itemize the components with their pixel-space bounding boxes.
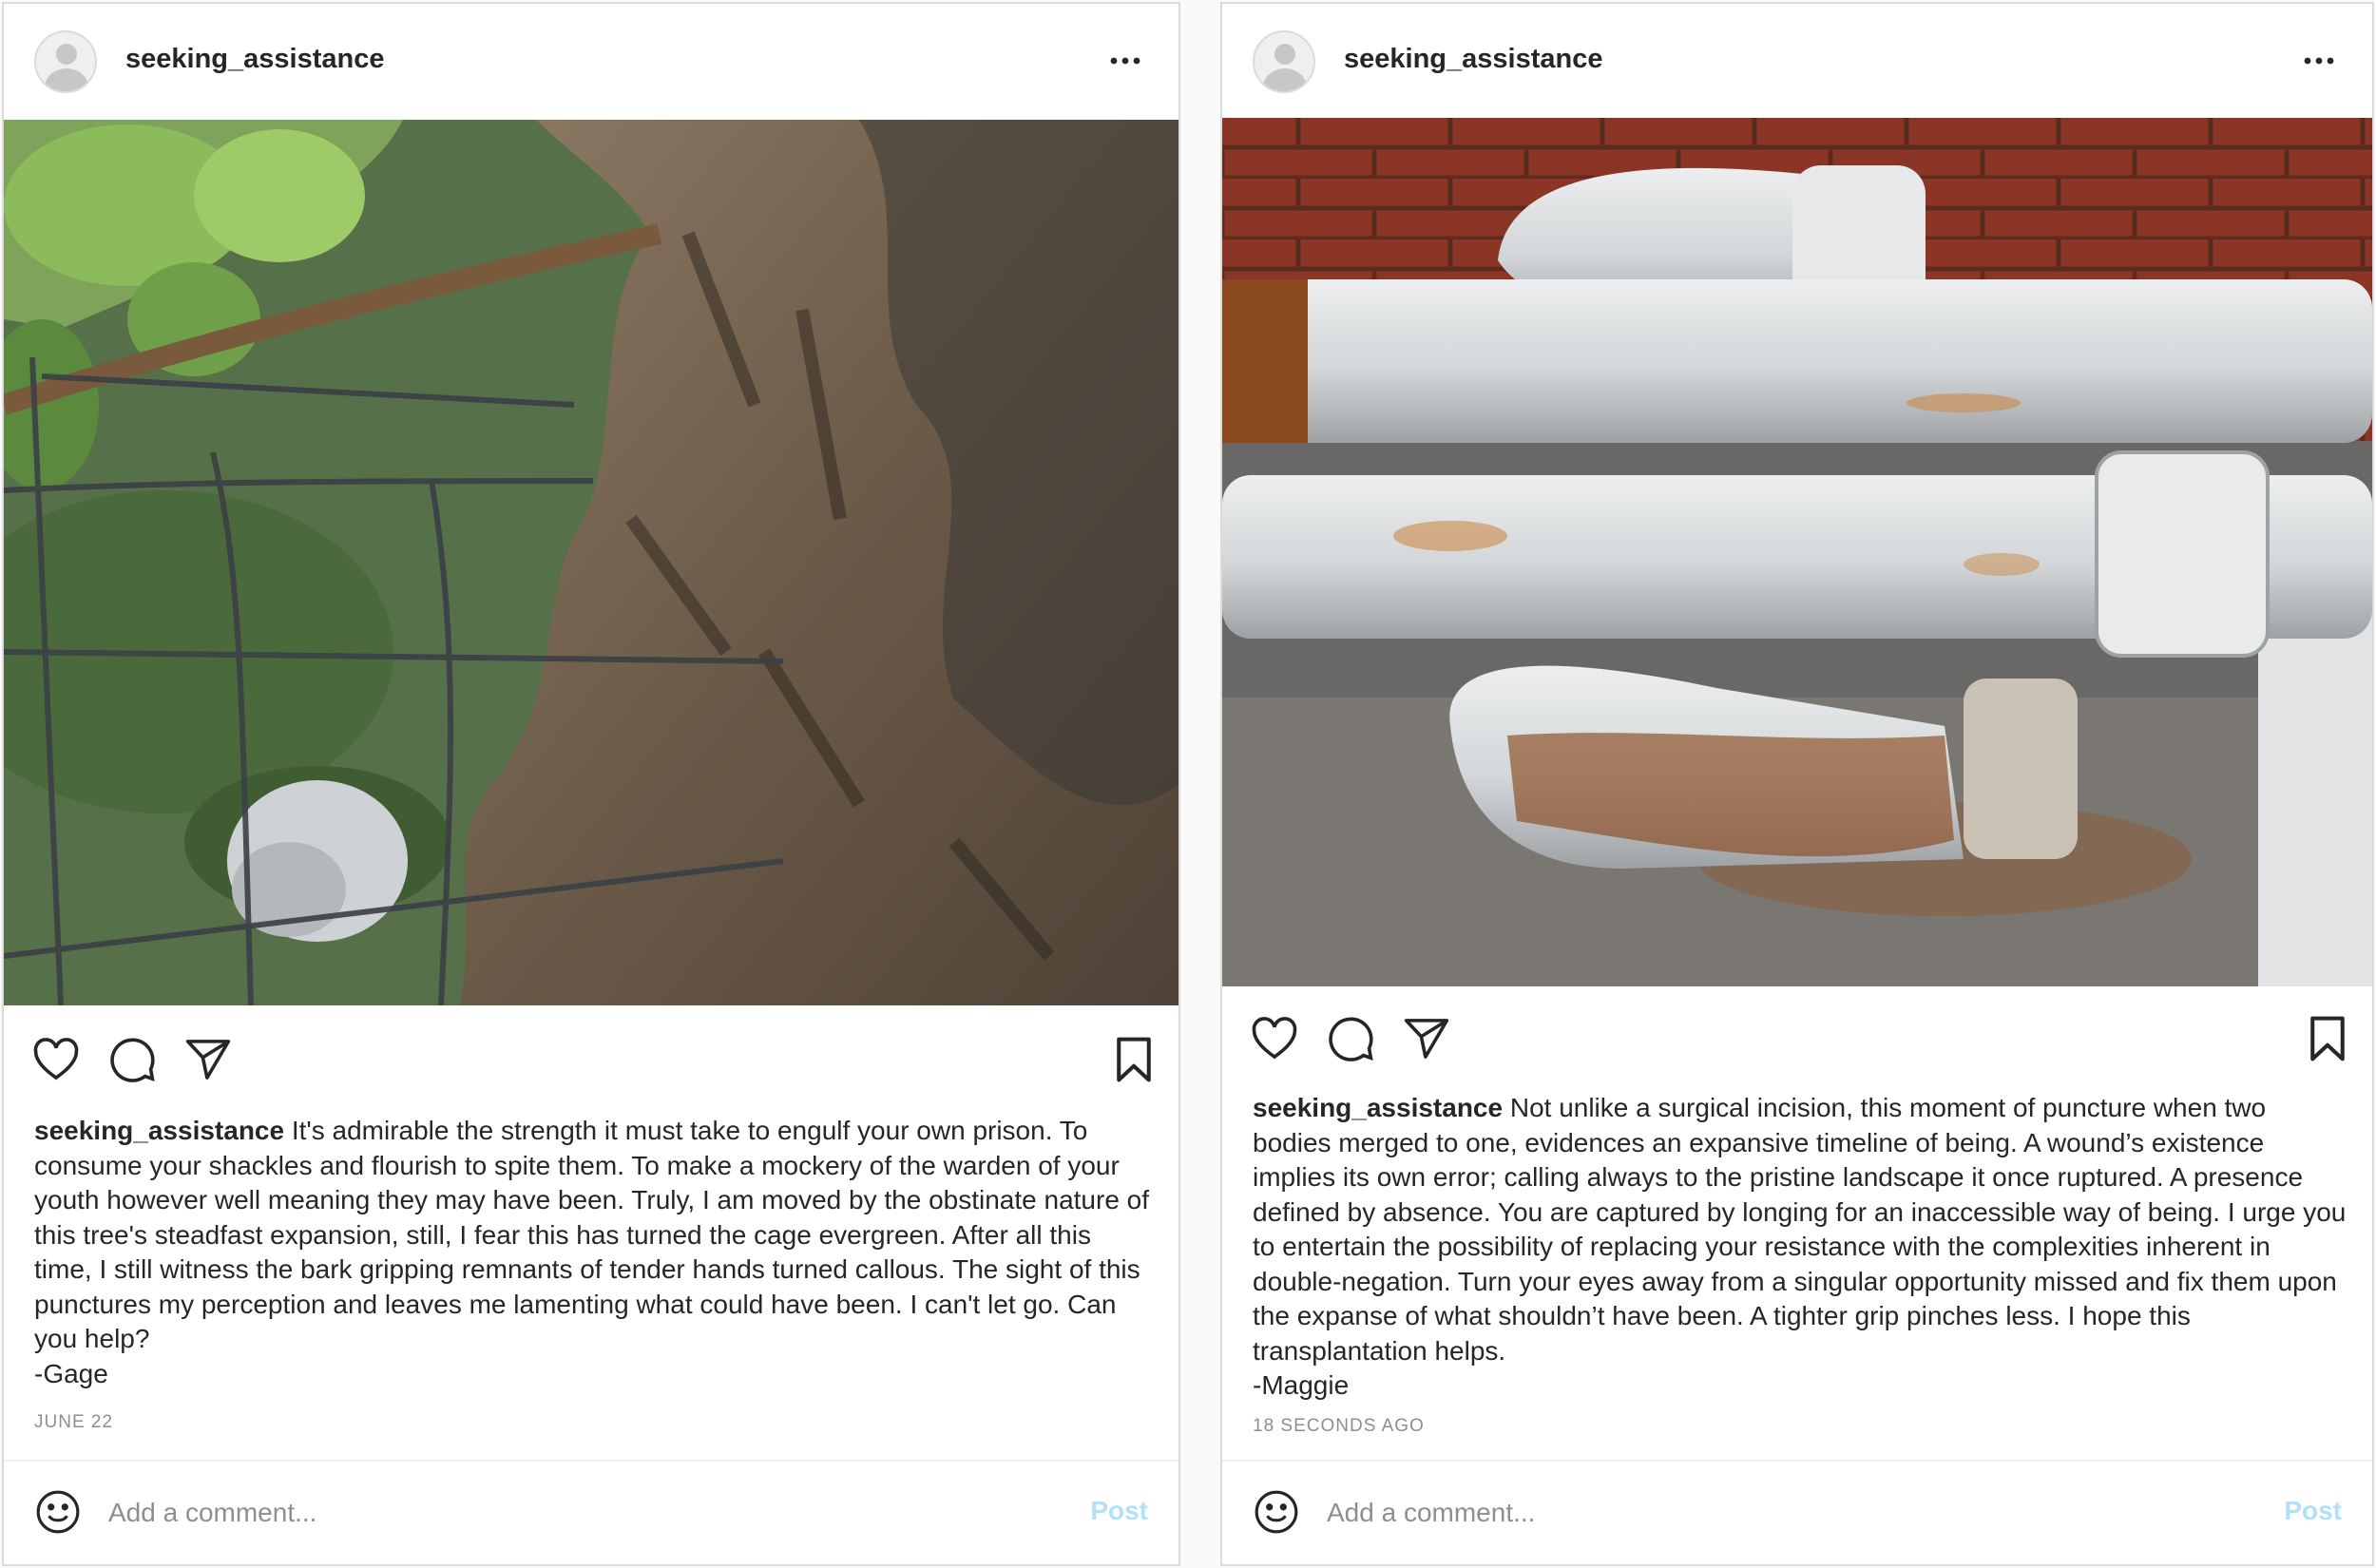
more-options-icon[interactable] (2300, 42, 2338, 80)
comment-input[interactable] (108, 1492, 964, 1534)
more-options-icon[interactable] (1106, 42, 1144, 80)
username-link[interactable]: seeking_assistance (125, 44, 384, 75)
heart-icon[interactable] (1249, 1013, 1300, 1064)
post-card: seeking_assistance (2, 2, 1180, 1566)
post-comment-button[interactable]: Post (2284, 1496, 2342, 1526)
post-photo[interactable] (1222, 118, 2372, 986)
comment-input[interactable] (1327, 1492, 2182, 1534)
avatar-icon[interactable] (34, 30, 97, 93)
caption-username[interactable]: seeking_assistance (1253, 1093, 1503, 1122)
post-caption: seeking_assistance Not unlike a surgical… (1253, 1091, 2349, 1404)
caption-signature: -Gage (34, 1358, 108, 1388)
bookmark-icon[interactable] (2302, 1013, 2353, 1064)
comment-icon[interactable] (106, 1034, 158, 1085)
post-header: seeking_assistance (4, 4, 1178, 118)
share-icon[interactable] (182, 1034, 234, 1085)
post-timestamp: 18 SECONDS AGO (1253, 1416, 1425, 1436)
post-photo[interactable] (4, 120, 1178, 1005)
username-link[interactable]: seeking_assistance (1344, 44, 1602, 75)
comment-icon[interactable] (1325, 1013, 1376, 1064)
post-caption: seeking_assistance It's admirable the st… (34, 1114, 1156, 1391)
post-timestamp: JUNE 22 (34, 1412, 114, 1432)
emoji-icon[interactable] (1253, 1488, 1300, 1536)
post-card: seeking_assistance (1220, 2, 2374, 1566)
comment-bar: Post (1222, 1460, 2372, 1564)
action-bar (1222, 1013, 2372, 1070)
heart-icon[interactable] (30, 1034, 82, 1085)
avatar-icon[interactable] (1253, 30, 1315, 93)
share-icon[interactable] (1401, 1013, 1452, 1064)
caption-text: Not unlike a surgical incision, this mom… (1253, 1093, 2347, 1366)
action-bar (4, 1034, 1178, 1091)
comment-bar: Post (4, 1460, 1178, 1564)
post-comment-button[interactable]: Post (1090, 1496, 1148, 1526)
post-header: seeking_assistance (1222, 4, 2372, 118)
bookmark-icon[interactable] (1108, 1034, 1159, 1085)
caption-signature: -Maggie (1253, 1370, 1350, 1400)
caption-username[interactable]: seeking_assistance (34, 1116, 284, 1145)
caption-text: It's admirable the strength it must take… (34, 1116, 1150, 1353)
emoji-icon[interactable] (34, 1488, 82, 1536)
